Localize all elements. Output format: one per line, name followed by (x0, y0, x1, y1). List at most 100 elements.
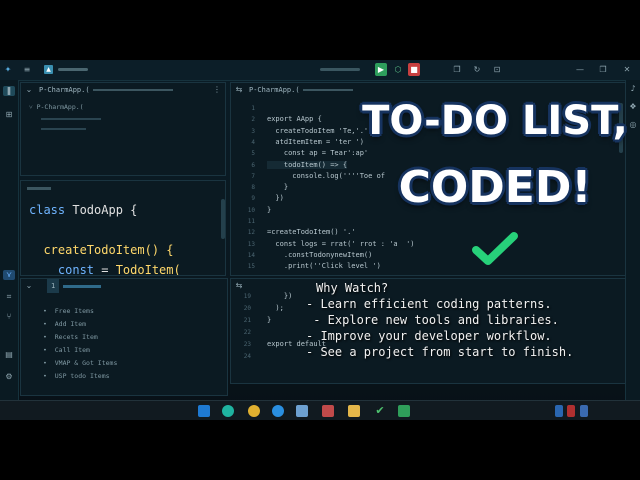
terminal-tab-icon[interactable]: ⌄ (25, 281, 33, 291)
settings-icon[interactable]: ⚙ (3, 372, 15, 382)
code-line: const ap = Tear':ap' (267, 149, 369, 158)
headline-line-1: TO-DO LIST, (362, 98, 628, 144)
outline-item[interactable]: • VMAP & Got Items (43, 359, 117, 367)
line-number: 24 (243, 353, 251, 360)
chevron-down-icon[interactable]: ⌄ (25, 85, 33, 95)
todo-icon[interactable] (272, 405, 284, 417)
folder-icon[interactable] (348, 405, 360, 417)
line-number: 13 (247, 240, 255, 248)
code-line: todoItem() => { (267, 160, 348, 169)
green-check-icon (472, 232, 518, 265)
copy-icon[interactable]: ❐ (452, 65, 462, 75)
code-line: } (267, 205, 272, 214)
editor-tab[interactable]: P-CharmApp.( (245, 83, 304, 97)
project-name-blur (58, 68, 88, 71)
class-code-pane: class TodoApp { createTodoItem() { const… (20, 180, 226, 276)
code-line: createTodoItem 'Te,'.' (267, 126, 369, 135)
terminal-icon[interactable]: ▤ (3, 350, 15, 360)
files-icon[interactable] (296, 405, 308, 417)
scrollbar[interactable] (221, 199, 225, 239)
outline-item[interactable]: • Free Items (43, 307, 94, 315)
run-button-icon[interactable]: ▶ (375, 63, 387, 76)
line-number: 10 (247, 206, 255, 214)
line-number: 15 (247, 263, 255, 271)
minimize-icon[interactable]: — (575, 65, 585, 75)
maximize-icon[interactable]: ❐ (598, 65, 608, 75)
class-code-line: createTodoItem() { (29, 243, 173, 257)
title-bar: ✦ ≡ ▲ ▶ ⬡ ■ ❐ ↻ ⊡ — ❐ ✕ (0, 60, 640, 81)
line-number: 7 (251, 172, 255, 180)
line-number: 19 (243, 293, 251, 300)
code-line: export AApp { (267, 115, 322, 124)
line-number: 9 (251, 195, 255, 203)
bookmark-icon[interactable]: ⌗ (3, 292, 15, 302)
check-icon[interactable]: ✔ (374, 405, 386, 417)
why-watch-title: Why Watch? (316, 281, 389, 295)
line-number: 11 (247, 218, 255, 225)
line-number: 6 (251, 161, 255, 169)
top-letterbox (0, 0, 640, 60)
code-token: class (29, 203, 73, 217)
tree-item-label: P-CharmApp.( (36, 103, 84, 111)
code-token: const (29, 263, 102, 276)
line-number: 22 (243, 329, 251, 336)
project-icon[interactable]: ▲ (44, 65, 53, 74)
why-watch-item: - See a project from start to finish. (306, 345, 574, 359)
line-number: 20 (243, 305, 251, 312)
structure-icon[interactable]: ⊞ (3, 110, 15, 120)
line-number: 23 (243, 341, 251, 348)
line-number: 8 (251, 184, 255, 192)
tools-icon[interactable] (322, 405, 334, 417)
bottom-letterbox (0, 420, 640, 480)
code-line: =createTodoItem() '.' (267, 228, 356, 237)
tray-icon-1[interactable] (555, 405, 563, 417)
todo-app-icon[interactable] (398, 405, 410, 417)
code-token: = (101, 263, 116, 276)
tray-icon-2[interactable] (567, 405, 575, 417)
app-logo-icon[interactable]: ✦ (3, 65, 13, 75)
stop-button-icon[interactable]: ■ (408, 63, 420, 76)
chrome-icon[interactable] (248, 405, 260, 417)
outline-item[interactable]: • Call Item (43, 346, 90, 354)
why-watch-item: - Improve your developer workflow. (306, 329, 552, 343)
vcs-icon[interactable]: ⋎ (3, 270, 15, 280)
outline-item[interactable]: • Add Item (43, 320, 86, 328)
explorer-pane: ⌄ P-CharmApp.( ⋮ ˅ P-CharmApp.( (20, 82, 226, 176)
dropdown-blur[interactable] (320, 68, 360, 71)
explorer-tab-blur (93, 89, 173, 91)
edge-icon[interactable] (222, 405, 234, 417)
split-icon[interactable]: ⊡ (492, 65, 502, 75)
code-line: }) (267, 194, 284, 203)
code-line: .constTodonynewItem() (267, 250, 373, 259)
code-token: TodoApp { (72, 203, 138, 217)
ide-screenshot: ✦ ≡ ▲ ▶ ⬡ ■ ❐ ↻ ⊡ — ❐ ✕ ❚ ⊞ ⋎ ⌗ ⑂ ▤ ⚙ ♪ … (0, 60, 640, 420)
more-icon[interactable]: ⋮ (213, 85, 221, 95)
menu-icon[interactable]: ≡ (22, 65, 32, 75)
code-line: atdItemItem = 'ter ') (267, 137, 364, 146)
outline-item[interactable]: • Recets Item (43, 333, 98, 341)
line-number: 2 (251, 116, 255, 124)
code-token: TodoItem( (115, 263, 181, 276)
vscode-icon[interactable] (198, 405, 210, 417)
why-watch-item: - Learn efficient coding patterns. (306, 297, 552, 311)
line-number: 12 (247, 229, 255, 237)
debug-icon[interactable]: ⬡ (393, 65, 403, 75)
explorer-icon[interactable]: ❚ (3, 86, 15, 96)
refresh-icon[interactable]: ↻ (472, 65, 482, 75)
outline-item[interactable]: • USP todo Items (43, 372, 110, 380)
tray-icon-3[interactable] (580, 405, 588, 417)
panel-tab[interactable]: 1 (47, 279, 60, 293)
explorer-tab[interactable]: P-CharmApp.( (35, 83, 94, 97)
close-icon[interactable]: ✕ (622, 65, 632, 75)
code-line: const logs = rrat(' rrot : 'a ') (267, 239, 415, 248)
git-icon[interactable]: ⑂ (3, 312, 15, 322)
headline-line-2: CODED! (398, 162, 592, 213)
class-code-line: const = TodoItem( (29, 263, 181, 276)
panel-tab-blur (63, 285, 101, 288)
notifications-icon[interactable]: ♪ (628, 84, 638, 94)
split-editor-icon[interactable]: ⇆ (235, 281, 243, 291)
file-icon: ⇆ (235, 85, 243, 94)
line-number: 21 (243, 317, 251, 324)
editor-tab-blur (303, 89, 353, 91)
tree-item[interactable]: ˅ P-CharmApp.( (29, 103, 84, 111)
